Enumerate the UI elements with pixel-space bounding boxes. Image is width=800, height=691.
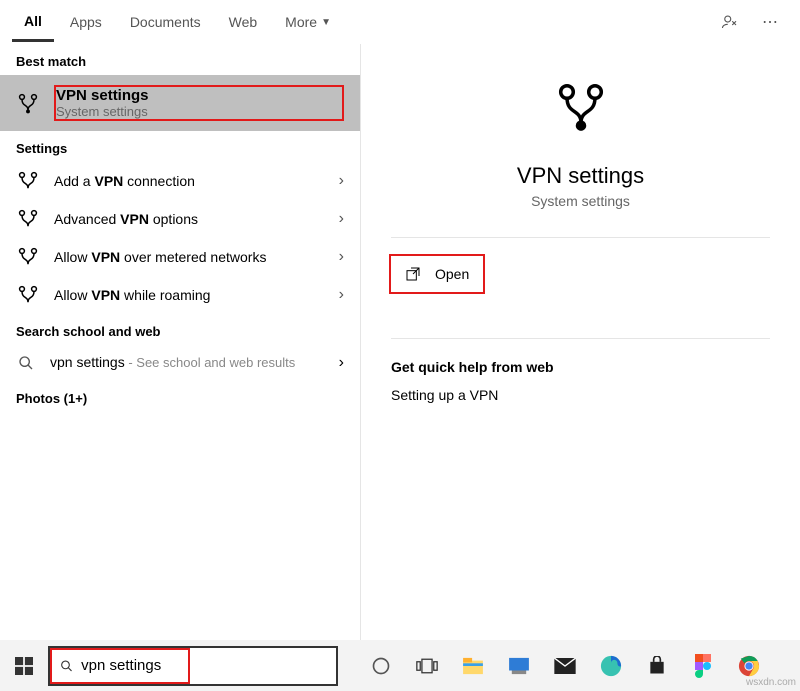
tab-more[interactable]: More ▼ <box>273 4 343 40</box>
vpn-icon <box>553 78 609 139</box>
section-settings: Settings <box>0 131 360 162</box>
chevron-right-icon: › <box>339 286 344 304</box>
section-search-web: Search school and web <box>0 314 360 345</box>
taskbar-figma[interactable] <box>680 640 726 691</box>
search-icon <box>16 353 36 373</box>
tab-documents[interactable]: Documents <box>118 4 213 40</box>
setting-advanced-vpn[interactable]: Advanced VPN options › <box>0 200 360 238</box>
help-header: Get quick help from web <box>391 359 554 375</box>
open-label: Open <box>435 266 469 282</box>
setting-vpn-metered[interactable]: Allow VPN over metered networks › <box>0 238 360 276</box>
feedback-icon[interactable] <box>712 4 748 40</box>
setting-vpn-roaming[interactable]: Allow VPN while roaming › <box>0 276 360 314</box>
chevron-right-icon: › <box>339 248 344 266</box>
vpn-icon <box>16 207 40 231</box>
best-match-result[interactable]: VPN settings System settings <box>0 75 360 131</box>
more-options-icon[interactable]: ⋯ <box>752 4 788 40</box>
search-icon <box>60 658 73 674</box>
tab-all[interactable]: All <box>12 3 54 42</box>
tab-apps[interactable]: Apps <box>58 4 114 40</box>
chevron-down-icon: ▼ <box>321 17 331 28</box>
taskbar-app-blue[interactable] <box>496 640 542 691</box>
tab-more-label: More <box>285 14 317 30</box>
section-best-match: Best match <box>0 44 360 75</box>
chevron-right-icon: › <box>339 354 344 372</box>
taskbar-mail[interactable] <box>542 640 588 691</box>
divider <box>391 338 770 339</box>
tab-web[interactable]: Web <box>217 4 270 40</box>
start-button[interactable] <box>0 640 48 691</box>
taskbar-taskview[interactable] <box>404 640 450 691</box>
web-result-sub: - See school and web results <box>125 355 296 370</box>
chevron-right-icon: › <box>339 210 344 228</box>
setting-add-vpn[interactable]: Add a VPN connection › <box>0 162 360 200</box>
preview-title: VPN settings <box>517 163 644 189</box>
web-result-title: vpn settings <box>50 354 125 370</box>
vpn-icon <box>16 245 40 269</box>
preview-subtitle: System settings <box>531 193 630 209</box>
vpn-icon <box>16 283 40 307</box>
web-result[interactable]: vpn settings - See school and web result… <box>0 345 360 381</box>
taskbar-cortana[interactable] <box>358 640 404 691</box>
search-input[interactable] <box>81 657 180 674</box>
help-link-setup-vpn[interactable]: Setting up a VPN <box>391 387 498 403</box>
taskbar-store[interactable] <box>634 640 680 691</box>
taskbar-search[interactable] <box>48 646 338 686</box>
section-photos: Photos (1+) <box>0 381 360 412</box>
chevron-right-icon: › <box>339 172 344 190</box>
taskbar-edge[interactable] <box>588 640 634 691</box>
taskbar-explorer[interactable] <box>450 640 496 691</box>
open-icon <box>405 266 421 282</box>
windows-icon <box>15 657 33 675</box>
best-match-title: VPN settings <box>56 87 149 104</box>
watermark: wsxdn.com <box>746 677 796 688</box>
vpn-icon <box>16 169 40 193</box>
divider <box>391 237 770 238</box>
best-match-subtitle: System settings <box>56 104 342 119</box>
vpn-icon <box>16 91 40 115</box>
open-button[interactable]: Open <box>389 254 485 294</box>
